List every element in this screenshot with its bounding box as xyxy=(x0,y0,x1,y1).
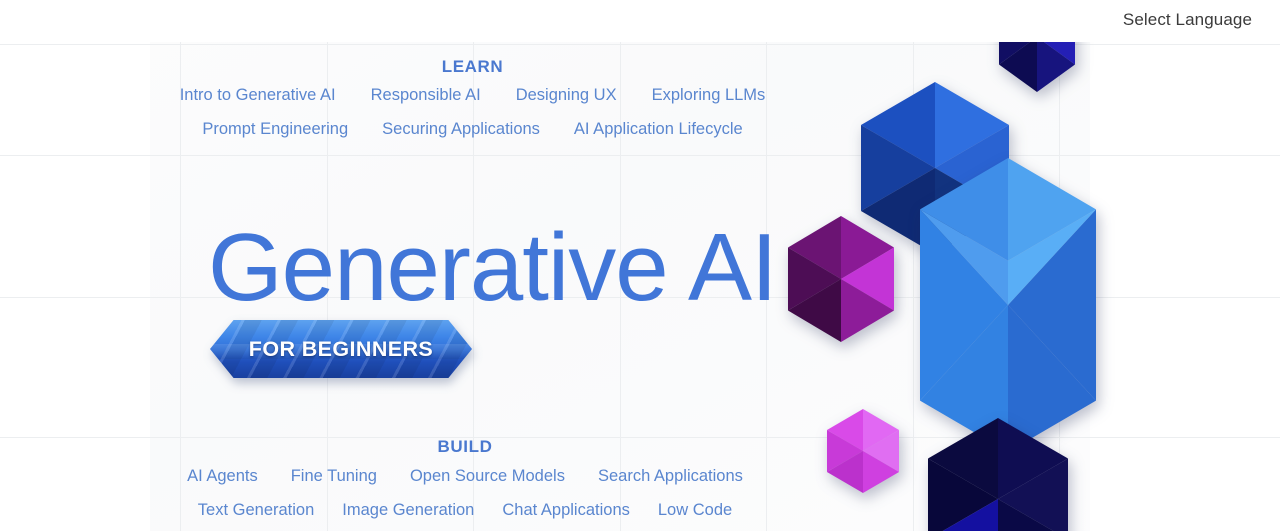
link-ai-application-lifecycle[interactable]: AI Application Lifecycle xyxy=(574,120,743,139)
hexagon-navy-bottom xyxy=(928,418,1068,531)
link-ai-agents[interactable]: AI Agents xyxy=(187,467,258,486)
build-links-row-1: AI Agents Fine Tuning Open Source Models… xyxy=(0,467,930,486)
top-bar: Select Language xyxy=(0,0,1280,42)
link-chat-applications[interactable]: Chat Applications xyxy=(502,501,630,520)
build-links-row-2: Text Generation Image Generation Chat Ap… xyxy=(0,501,930,520)
link-search-applications[interactable]: Search Applications xyxy=(598,467,743,486)
link-intro-to-generative-ai[interactable]: Intro to Generative AI xyxy=(180,86,336,105)
gridline-horizontal xyxy=(0,44,1280,45)
link-prompt-engineering[interactable]: Prompt Engineering xyxy=(202,120,348,139)
link-image-generation[interactable]: Image Generation xyxy=(342,501,474,520)
hexagon-blue-bright-large xyxy=(920,158,1096,452)
learn-links-row-2: Prompt Engineering Securing Applications… xyxy=(0,120,945,139)
build-section-heading: BUILD xyxy=(437,437,493,456)
badge-label: FOR BEGINNERS xyxy=(248,336,434,361)
hexagon-purple-mid xyxy=(788,216,894,342)
learn-links-row-1: Intro to Generative AI Responsible AI De… xyxy=(0,86,945,105)
link-designing-ux[interactable]: Designing UX xyxy=(516,86,617,105)
link-securing-applications[interactable]: Securing Applications xyxy=(382,120,540,139)
for-beginners-badge: FOR BEGINNERS xyxy=(210,320,472,378)
select-language-button[interactable]: Select Language xyxy=(1123,10,1252,30)
link-open-source-models[interactable]: Open Source Models xyxy=(410,467,565,486)
link-text-generation[interactable]: Text Generation xyxy=(198,501,314,520)
link-fine-tuning[interactable]: Fine Tuning xyxy=(291,467,377,486)
link-low-code[interactable]: Low Code xyxy=(658,501,732,520)
page-title: Generative AI xyxy=(208,214,778,321)
link-exploring-llms[interactable]: Exploring LLMs xyxy=(652,86,766,105)
link-responsible-ai[interactable]: Responsible AI xyxy=(371,86,481,105)
gridline-horizontal xyxy=(0,155,1280,156)
learn-section-heading: LEARN xyxy=(441,57,504,76)
page-root: LEARN Intro to Generative AI Responsible… xyxy=(0,0,1280,531)
